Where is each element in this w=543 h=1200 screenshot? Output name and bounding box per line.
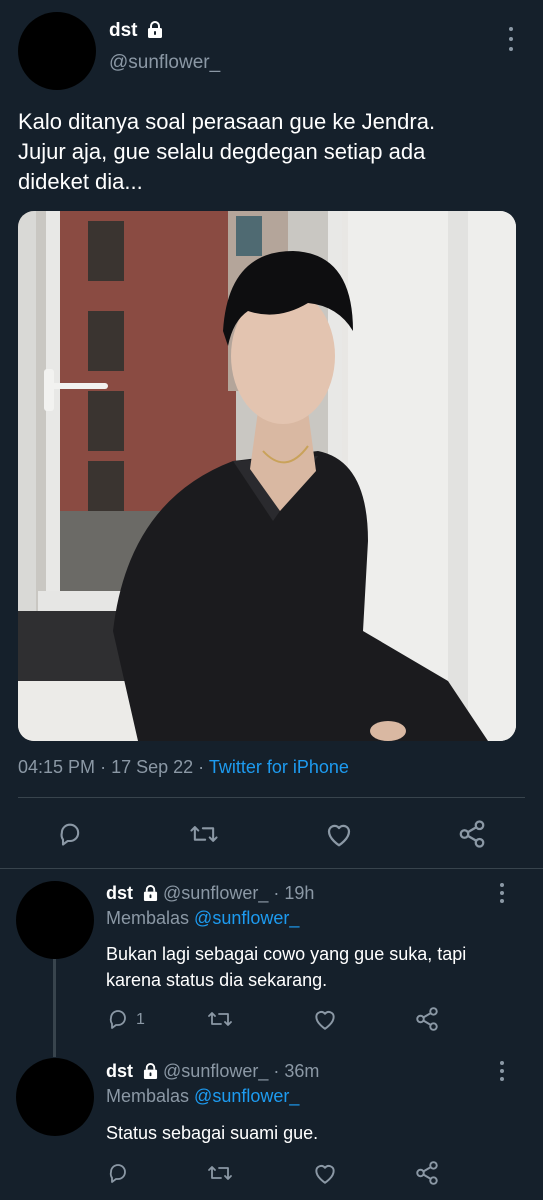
tweet-date[interactable]: 17 Sep 22 <box>111 757 193 777</box>
more-options-icon[interactable] <box>492 883 512 903</box>
tweet-text-line: Kalo ditanya soal perasaan gue ke Jendra… <box>18 109 436 134</box>
reply-icon[interactable] <box>106 1007 130 1031</box>
tweet-text: Kalo ditanya soal perasaan gue ke Jendra… <box>18 107 533 197</box>
lock-icon <box>147 21 163 43</box>
reply-header: dst @sunflower_ · 19h <box>106 883 314 906</box>
reply-icon[interactable] <box>56 820 84 848</box>
replying-to: Membalas @sunflower_ <box>106 1086 299 1107</box>
thread-line <box>53 959 56 1057</box>
tweet-source[interactable]: Twitter for iPhone <box>209 757 349 777</box>
share-icon[interactable] <box>414 1006 440 1032</box>
reply-header: dst @sunflower_ · 36m <box>106 1061 319 1084</box>
more-options-icon[interactable] <box>492 1061 512 1081</box>
lock-icon <box>143 1063 158 1084</box>
retweet-icon[interactable] <box>188 820 220 848</box>
reply-avatar[interactable] <box>16 1058 94 1136</box>
more-options-icon[interactable] <box>501 27 521 51</box>
meta-separator: · <box>273 883 285 903</box>
tweet-photo[interactable] <box>18 211 516 741</box>
retweet-icon[interactable] <box>206 1161 234 1185</box>
reply-display-name[interactable]: dst <box>106 1061 133 1081</box>
share-icon[interactable] <box>457 819 487 849</box>
share-icon[interactable] <box>414 1160 440 1186</box>
replying-handle[interactable]: @sunflower_ <box>194 1086 299 1106</box>
tweet-text-line: dideket dia... <box>18 169 143 194</box>
meta-separator: · <box>198 757 209 777</box>
meta-separator: · <box>273 1061 285 1081</box>
photo-illustration <box>18 211 516 741</box>
reply-text-line: Status sebagai suami gue. <box>106 1123 319 1143</box>
tweet-meta: 04:15 PM · 17 Sep 22 · Twitter for iPhon… <box>18 757 349 778</box>
reply-text: Status sebagai suami gue. <box>106 1120 318 1146</box>
reply-display-name[interactable]: dst <box>106 883 133 903</box>
reply-text-line: Bukan lagi sebagai cowo yang gue suka, t… <box>106 944 467 964</box>
tweet-time[interactable]: 04:15 PM <box>18 757 95 777</box>
replying-handle[interactable]: @sunflower_ <box>194 908 299 928</box>
reply-count: 1 <box>136 1011 145 1028</box>
replying-prefix: Membalas <box>106 908 190 928</box>
author-display-name: dst <box>109 20 138 41</box>
tweet-text-line: Jujur aja, gue selalu degdegan setiap ad… <box>18 139 426 164</box>
replying-to: Membalas @sunflower_ <box>106 908 299 929</box>
reply-avatar[interactable] <box>16 881 94 959</box>
reply-text: Bukan lagi sebagai cowo yang gue suka, t… <box>106 941 466 993</box>
author-avatar[interactable] <box>18 12 96 90</box>
like-icon[interactable] <box>312 1007 338 1031</box>
lock-icon <box>143 885 158 906</box>
author-handle[interactable]: @sunflower_ <box>109 52 220 74</box>
reply-text-line: karena status dia sekarang. <box>106 970 328 990</box>
author-name-row[interactable]: dst <box>109 20 163 44</box>
reply-handle[interactable]: @sunflower_ <box>163 883 268 903</box>
like-icon[interactable] <box>312 1161 338 1185</box>
reply-time[interactable]: 19h <box>284 883 314 903</box>
divider <box>0 868 543 869</box>
reply-handle[interactable]: @sunflower_ <box>163 1061 268 1081</box>
divider <box>18 797 525 798</box>
reply-time[interactable]: 36m <box>284 1061 319 1081</box>
reply-icon[interactable] <box>106 1161 130 1185</box>
like-icon[interactable] <box>324 820 354 848</box>
meta-separator: · <box>100 757 112 777</box>
replying-prefix: Membalas <box>106 1086 190 1106</box>
retweet-icon[interactable] <box>206 1007 234 1031</box>
